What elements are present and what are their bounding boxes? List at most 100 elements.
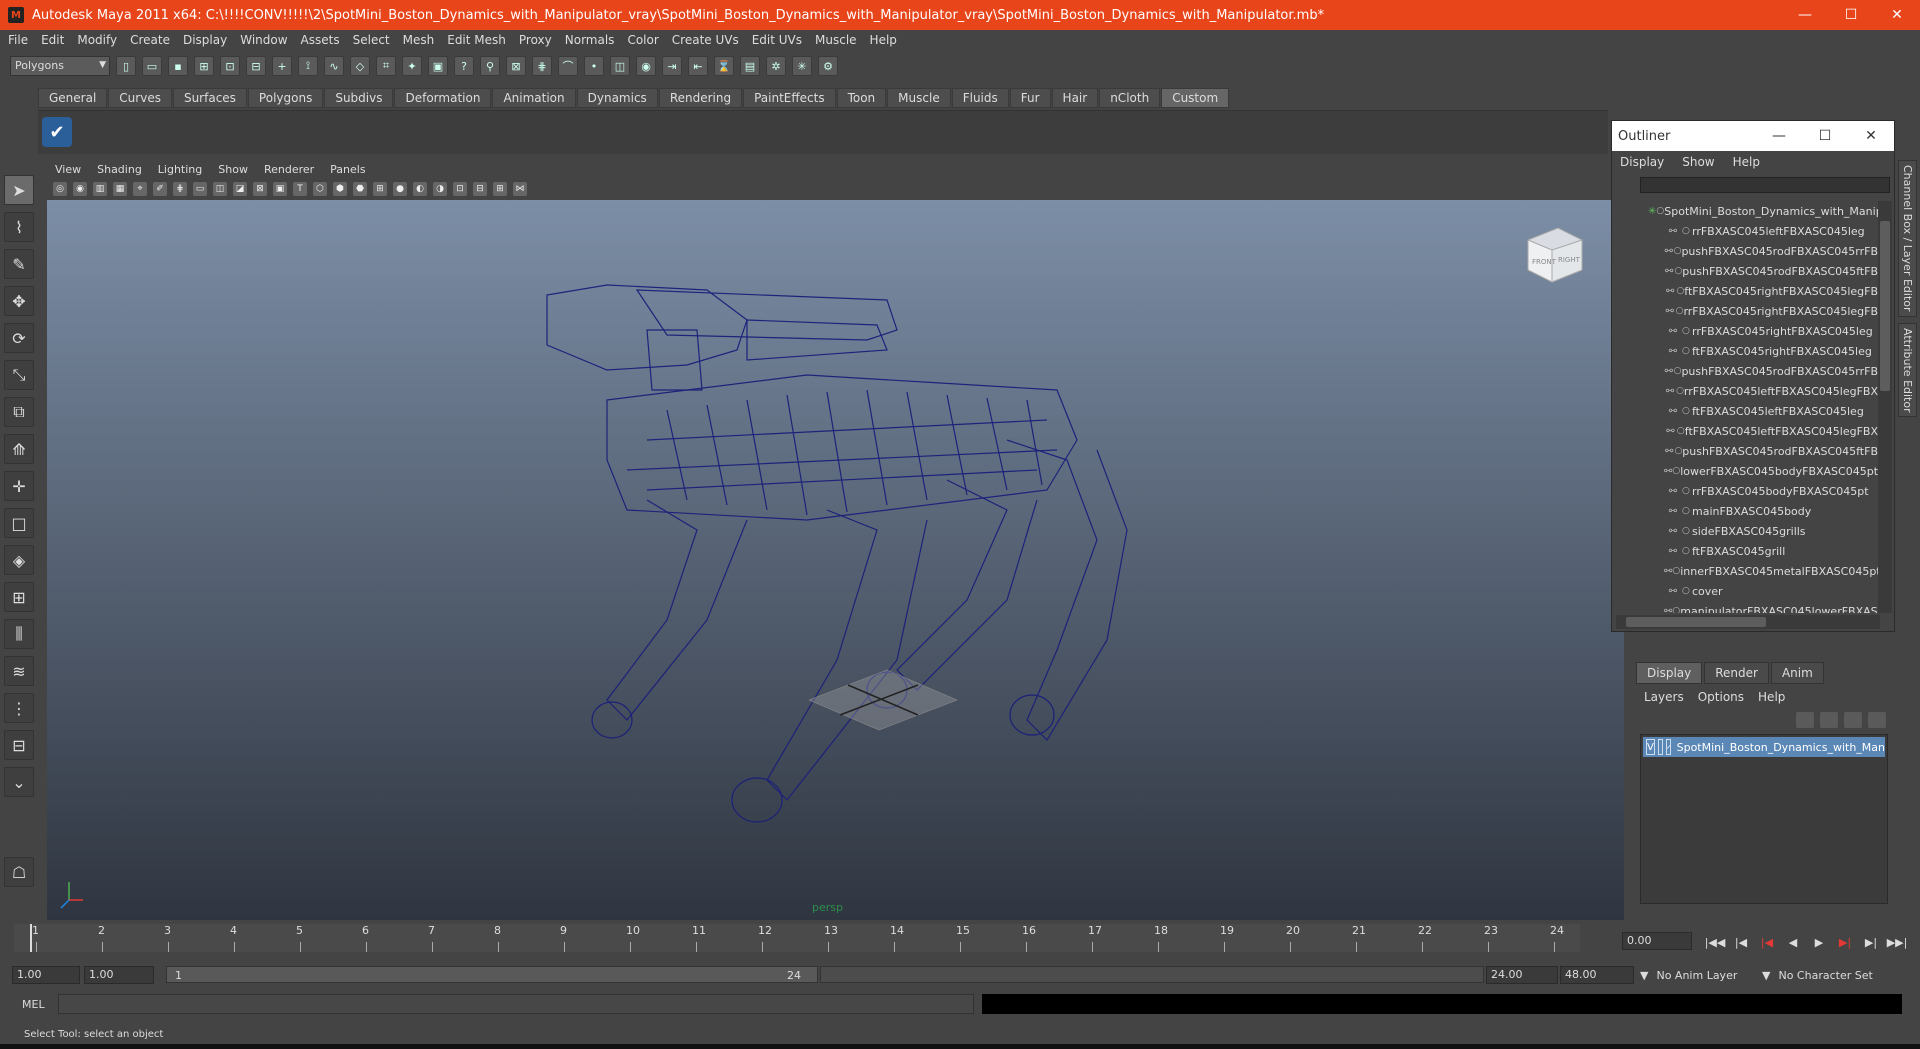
viewcube[interactable]: FRONT RIGHT [1522,222,1588,288]
shelf-tab-fur[interactable]: Fur [1009,88,1051,108]
select-surfaces-icon[interactable]: ◇ [350,56,370,76]
outliner-menu-show[interactable]: Show [1682,155,1714,169]
step-back-button[interactable]: |◀ [1728,934,1754,950]
select-object-icon[interactable]: ⊡ [220,56,240,76]
layer-menu-layers[interactable]: Layers [1644,690,1684,704]
expand-layouts-icon[interactable]: ⌄ [4,767,34,797]
outliner-horizontal-scrollbar[interactable] [1616,615,1880,629]
move-tool-icon[interactable]: ✥ [4,286,34,316]
outliner-item[interactable]: ⚯ ○ rrFBXASC045rightFBXASC045legFB [1612,301,1878,321]
isolate-select-icon[interactable]: ⊡ [453,182,467,196]
paint-select-tool-icon[interactable]: ✎ [4,249,34,279]
range-slider-end[interactable]: 24 [787,969,801,982]
node-icon[interactable]: ⋈ [513,182,527,196]
layer-tab-display[interactable]: Display [1636,662,1703,684]
outliner-close-button[interactable]: ✕ [1848,128,1894,144]
command-input[interactable] [58,994,974,1014]
menu-help[interactable]: Help [870,33,897,47]
new-scene-icon[interactable]: ▯ [116,56,136,76]
layer-row[interactable]: V SpotMini_Boston_Dynamics_with_Man [1643,737,1885,757]
ipr-render-icon[interactable]: ✳ [792,56,812,76]
hypershade-layout-icon[interactable]: ⋮ [4,693,34,723]
outliner-item[interactable]: ⚯ ○ ftFBXASC045grill [1612,541,1878,561]
gate-mask-icon[interactable]: ◪ [233,182,247,196]
shelf-tab-polygons[interactable]: Polygons [247,88,324,108]
outliner-item[interactable]: ⚯ ○ mainFBXASC045body [1612,501,1878,521]
menu-create-uvs[interactable]: Create UVs [672,33,739,47]
play-forwards-button[interactable]: ▶ [1806,934,1832,950]
shelf-tab-rendering[interactable]: Rendering [658,88,743,108]
grid-icon[interactable]: ⋕ [173,182,187,196]
snap-view-plane-icon[interactable]: ◫ [610,56,630,76]
outliner-item[interactable]: ⚯ ○ rrFBXASC045bodyFBXASC045pt [1612,481,1878,501]
shelf-tab-dynamics[interactable]: Dynamics [576,88,658,108]
go-to-end-button[interactable]: ▶▶| [1884,934,1910,950]
outliner-item[interactable]: ⚯ ○ ftFBXASC045leftFBXASC045legFBX [1612,421,1878,441]
outliner-menu-display[interactable]: Display [1620,155,1664,169]
lock-selection-icon[interactable]: ⚲ [480,56,500,76]
snap-curve-icon[interactable]: ⌒ [558,56,578,76]
outliner-item[interactable]: ⚯ ○ lowerFBXASC045bodyFBXASC045pt [1612,461,1878,481]
menu-normals[interactable]: Normals [565,33,615,47]
step-forward-button[interactable]: ▶| [1858,934,1884,950]
move-layer-up-icon[interactable] [1796,712,1814,728]
shelf-tab-muscle[interactable]: Muscle [887,88,951,108]
shelf-tab-fluids[interactable]: Fluids [951,88,1009,108]
outliner-item[interactable]: ⚯ ○ innerFBXASC045metalFBXASC045pt [1612,561,1878,581]
snap-point-icon[interactable]: • [584,56,604,76]
layer-tab-anim[interactable]: Anim [1770,662,1824,684]
menu-mesh[interactable]: Mesh [403,33,435,47]
last-tool-icon[interactable]: □ [4,508,34,538]
range-slider[interactable]: 1 24 [166,966,818,983]
maximize-button[interactable]: ☐ [1828,0,1874,30]
shelf-tab-surfaces[interactable]: Surfaces [172,88,247,108]
new-layer-from-selection-icon[interactable] [1868,712,1886,728]
viewport-menu-show[interactable]: Show [218,163,248,176]
outliner-item[interactable]: ⚯ ○ ftFBXASC045leftFBXASC045leg [1612,401,1878,421]
lasso-tool-icon[interactable]: ⌇ [4,212,34,242]
outliner-filter-input[interactable] [1640,177,1890,193]
outliner-vertical-scrollbar[interactable] [1878,201,1892,613]
menu-window[interactable]: Window [240,33,287,47]
close-button[interactable]: ✕ [1874,0,1920,30]
field-chart-icon[interactable]: ⊠ [253,182,267,196]
outliner-item[interactable]: ⚯ ○ pushFBXASC045rodFBXASC045rrFB [1612,241,1878,261]
viewport-menu-renderer[interactable]: Renderer [264,163,314,176]
select-rendering-icon[interactable]: ▣ [428,56,448,76]
rotate-tool-icon[interactable]: ⟳ [4,323,34,353]
highlight-selection-icon[interactable]: ⊠ [506,56,526,76]
construction-history-icon[interactable]: ⌛ [714,56,734,76]
render-settings-icon[interactable]: ⚙ [818,56,838,76]
anim-layer-selector[interactable]: ▼ No Anim Layer [1640,966,1760,984]
layer-playback-toggle[interactable] [1657,739,1664,755]
outliner-item[interactable]: ⚯ ○ ftFBXASC045rightFBXASC045legFB [1612,281,1878,301]
shelf-tab-subdivs[interactable]: Subdivs [324,88,394,108]
shelf-tab-hair[interactable]: Hair [1051,88,1099,108]
play-backwards-button[interactable]: ◀ [1780,934,1806,950]
select-dynamics-icon[interactable]: ✦ [402,56,422,76]
move-layer-down-icon[interactable] [1820,712,1838,728]
make-live-icon[interactable]: ◉ [636,56,656,76]
show-manipulator-icon[interactable]: ✛ [4,471,34,501]
tab-attribute-editor[interactable]: Attribute Editor [1898,322,1917,418]
select-component-icon[interactable]: ⊟ [246,56,266,76]
resolution-gate-icon[interactable]: ◫ [213,182,227,196]
shelf-tab-painteffects[interactable]: PaintEffects [743,88,836,108]
menu-file[interactable]: File [8,33,28,47]
open-scene-icon[interactable]: ▭ [142,56,162,76]
shelf-tab-general[interactable]: General [38,88,108,108]
input-ops-icon[interactable]: ⇥ [662,56,682,76]
outliner-item[interactable]: ⚯ ○ rrFBXASC045rightFBXASC045leg [1612,321,1878,341]
menu-muscle[interactable]: Muscle [815,33,857,47]
range-slider-start[interactable]: 1 [175,969,182,982]
select-handles-icon[interactable]: + [272,56,292,76]
outliner-item[interactable]: ⚯ ○ sideFBXASC045grills [1612,521,1878,541]
menu-create[interactable]: Create [130,33,170,47]
menu-edit-uvs[interactable]: Edit UVs [752,33,802,47]
safe-action-icon[interactable]: ▣ [273,182,287,196]
safe-title-icon[interactable]: T [293,182,307,196]
select-deformers-icon[interactable]: ⌗ [376,56,396,76]
outliner-item[interactable]: ⚯ ○ rrFBXASC045leftFBXASC045legFBX [1612,381,1878,401]
menu-color[interactable]: Color [627,33,658,47]
menu-edit[interactable]: Edit [41,33,64,47]
